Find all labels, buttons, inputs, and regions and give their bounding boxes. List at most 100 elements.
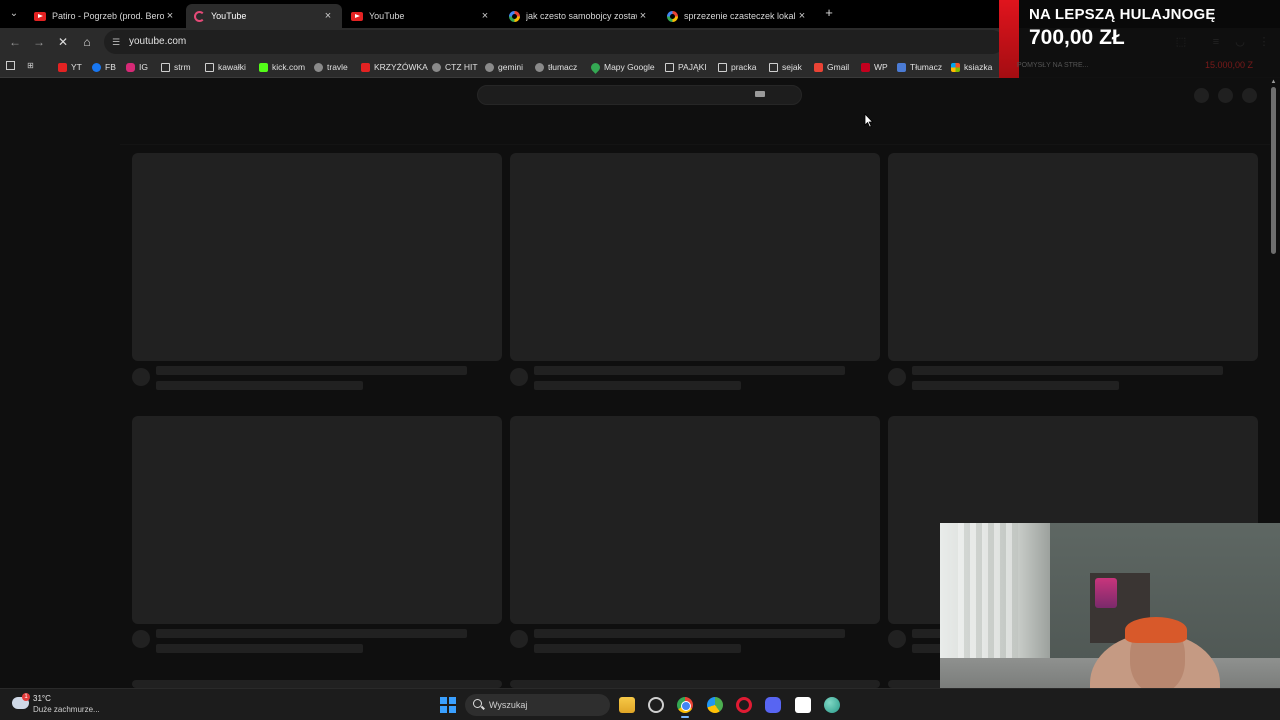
wp-icon [861,62,870,72]
globe-icon[interactable] [824,697,840,713]
weather-temperature[interactable]: 31°C [33,694,51,703]
video-title-placeholder [156,366,467,375]
channel-avatar-placeholder [510,630,528,648]
bookmark-label: gemini [498,62,524,72]
mouse-cursor-icon [864,113,874,128]
discord-icon[interactable] [765,697,781,713]
home-icon[interactable]: ⌂ [79,34,95,50]
tab-google-samobojcy[interactable]: jak czesto samobojcy zostawiaja × [501,4,657,28]
channel-avatar-placeholder [888,368,906,386]
video-title-placeholder [534,366,845,375]
new-tab-button[interactable]: + [822,6,836,20]
site-settings-icon[interactable]: ☰ [112,37,122,47]
bookmark-strm[interactable]: strm [161,60,191,74]
tab-close-icon[interactable]: × [164,10,176,22]
address-url[interactable]: youtube.com [129,36,186,47]
tab-close-icon[interactable]: × [796,10,808,22]
forward-icon[interactable]: → [31,34,47,50]
bookmark-label: KRZYŻÓWKA [374,62,428,72]
weather-description[interactable]: Duże zachmurze... [33,705,100,714]
video-meta-placeholder [156,381,363,390]
scroll-up-icon[interactable]: ▲ [1270,79,1277,86]
bookmark-label: kick.com [272,62,306,72]
bookmark-ig[interactable]: IG [126,60,148,74]
video-title-placeholder [912,366,1223,375]
tab-patiro[interactable]: Patiro - Pogrzeb (prod. Bero) - Y × [26,4,184,28]
bookmark-label: YT [71,62,82,72]
bookmark-label: Tłumacz [910,62,943,72]
taskbar-search-placeholder: Wyszukaj [489,700,528,710]
bookmark-ctz-hit[interactable]: CTZ HIT [432,60,478,74]
youtube-icon [351,11,363,21]
kick-icon [259,62,268,72]
weather-badge: 1 [22,693,30,701]
tab-youtube[interactable]: YouTube × [343,4,499,28]
tab-close-icon[interactable]: × [637,10,649,22]
browser-icon[interactable] [707,697,723,713]
bookmark-label: PAJĄKI [678,62,707,72]
stop-loading-icon[interactable]: ✕ [55,34,71,50]
chrome-icon[interactable] [677,697,693,718]
bookmark-fb[interactable]: FB [92,60,116,74]
folder-icon [718,62,727,72]
bookmark-label: kawałki [218,62,246,72]
google-icon [667,10,678,22]
tab-title: YouTube [211,11,247,21]
tab-close-icon[interactable]: × [322,10,334,22]
bookmark-gmail[interactable]: Gmail [814,60,849,74]
video-meta-placeholder [156,644,363,653]
yt-avatar-placeholder [1242,88,1257,103]
youtube-icon [58,62,67,72]
bookmark-pracka[interactable]: pracka [718,60,757,74]
bookmark-label: pracka [731,62,757,72]
bookmark-label: WP [874,62,888,72]
steam-icon[interactable] [648,697,664,713]
bookmark-travle[interactable]: travle [314,60,348,74]
tab-youtube-active[interactable]: YouTube × [186,4,342,28]
tab-title: YouTube [369,11,405,21]
tab-close-icon[interactable]: × [479,10,491,22]
bookmark-sejak[interactable]: sejak [769,60,802,74]
bookmark-label: strm [174,62,191,72]
notion-icon[interactable] [795,697,811,713]
bookmark-pajaki[interactable]: PAJĄKI [665,60,707,74]
video-thumbnail-placeholder [510,680,880,688]
tab-google-sprzezenie[interactable]: sprzezenie czasteczek lokalnych × [659,4,816,28]
bookmark-wp[interactable]: WP [861,60,888,74]
channel-avatar-placeholder [888,630,906,648]
compass-icon [314,62,323,72]
file-explorer-icon[interactable] [619,697,635,713]
yt-search-placeholder[interactable] [477,85,802,105]
goal-title: NA LEPSZĄ HULAJNOGĘ [1029,6,1216,23]
tab-search-chevron-icon[interactable]: ⌄ [6,6,22,22]
sidebar-toggle-icon[interactable] [6,61,15,70]
bookmark-kick[interactable]: kick.com [259,60,305,74]
yt-search-button-placeholder[interactable] [755,91,765,97]
address-bar[interactable]: ☰ youtube.com [104,30,1004,54]
taskbar-search[interactable]: Wyszukaj [465,694,610,716]
goal-caption: POMYSŁY NA STRE... [1017,62,1089,69]
opera-icon[interactable] [736,697,752,713]
bookmark-gemini[interactable]: gemini [485,60,523,74]
windows-start-icon[interactable] [440,697,456,713]
goal-amount: 700,00 ZŁ [1029,26,1125,49]
bookmark-krzyzowka[interactable]: KRZYŻÓWKA [361,60,428,74]
channel-avatar-placeholder [132,368,150,386]
goal-accent-bar [999,0,1019,78]
bookmark-mapy-google[interactable]: Mapy Google [589,60,655,74]
video-meta-placeholder [912,381,1119,390]
apps-grid-icon[interactable]: ⊞ [27,61,37,71]
bookmark-tlumacz-2[interactable]: Tłumacz [897,60,942,74]
google-icon [509,10,520,22]
bookmark-kawalki[interactable]: kawałki [205,60,246,74]
video-thumbnail-placeholder [510,153,880,361]
channel-avatar-placeholder [510,368,528,386]
channel-avatar-placeholder [132,630,150,648]
bookmark-tlumacz[interactable]: tłumacz [535,60,577,74]
gmail-icon [814,62,823,72]
back-icon[interactable]: ← [7,34,23,50]
bookmark-ksiazka[interactable]: ksiazka [951,60,992,74]
bookmark-yt[interactable]: YT [58,60,82,74]
video-thumbnail-placeholder [132,153,502,361]
scrollbar-thumb[interactable] [1271,87,1276,254]
